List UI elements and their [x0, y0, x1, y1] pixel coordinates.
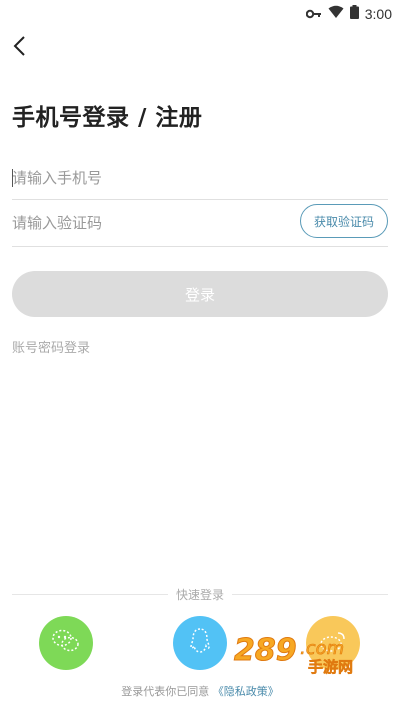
wechat-login-button[interactable] [39, 616, 93, 670]
agreement-prefix: 登录代表你已同意 [121, 685, 210, 698]
text-cursor [12, 169, 13, 187]
svg-text:.com: .com [300, 638, 344, 659]
code-field[interactable]: 获取验证码 [12, 204, 388, 247]
qq-login-button[interactable] [173, 616, 227, 670]
qq-icon [189, 627, 211, 659]
chevron-left-icon [10, 34, 30, 62]
phone-field[interactable] [12, 161, 388, 200]
svg-text:手游网: 手游网 [308, 658, 353, 676]
key-icon [305, 4, 322, 23]
back-button[interactable] [4, 32, 36, 64]
page-title: 手机号登录 / 注册 [12, 105, 203, 131]
get-code-button[interactable]: 获取验证码 [300, 204, 388, 238]
password-login-link[interactable]: 账号密码登录 [12, 337, 90, 356]
svg-text:289: 289 [234, 633, 297, 668]
watermark-logo: 289 .com 手游网 [232, 632, 382, 678]
login-button[interactable]: 登录 [12, 271, 388, 317]
phone-input[interactable] [12, 163, 272, 193]
status-bar: 3:00 [0, 0, 400, 24]
status-icons: 3:00 [305, 4, 392, 23]
quick-login-label: 快速登录 [167, 586, 233, 603]
wifi-icon [328, 4, 344, 23]
battery-icon [349, 4, 359, 23]
privacy-policy-link[interactable]: 《隐私政策》 [213, 685, 279, 698]
agreement-text: 登录代表你已同意 《隐私政策》 [0, 683, 400, 699]
status-time: 3:00 [364, 5, 392, 22]
wechat-icon [51, 628, 81, 658]
code-input[interactable] [12, 208, 272, 238]
